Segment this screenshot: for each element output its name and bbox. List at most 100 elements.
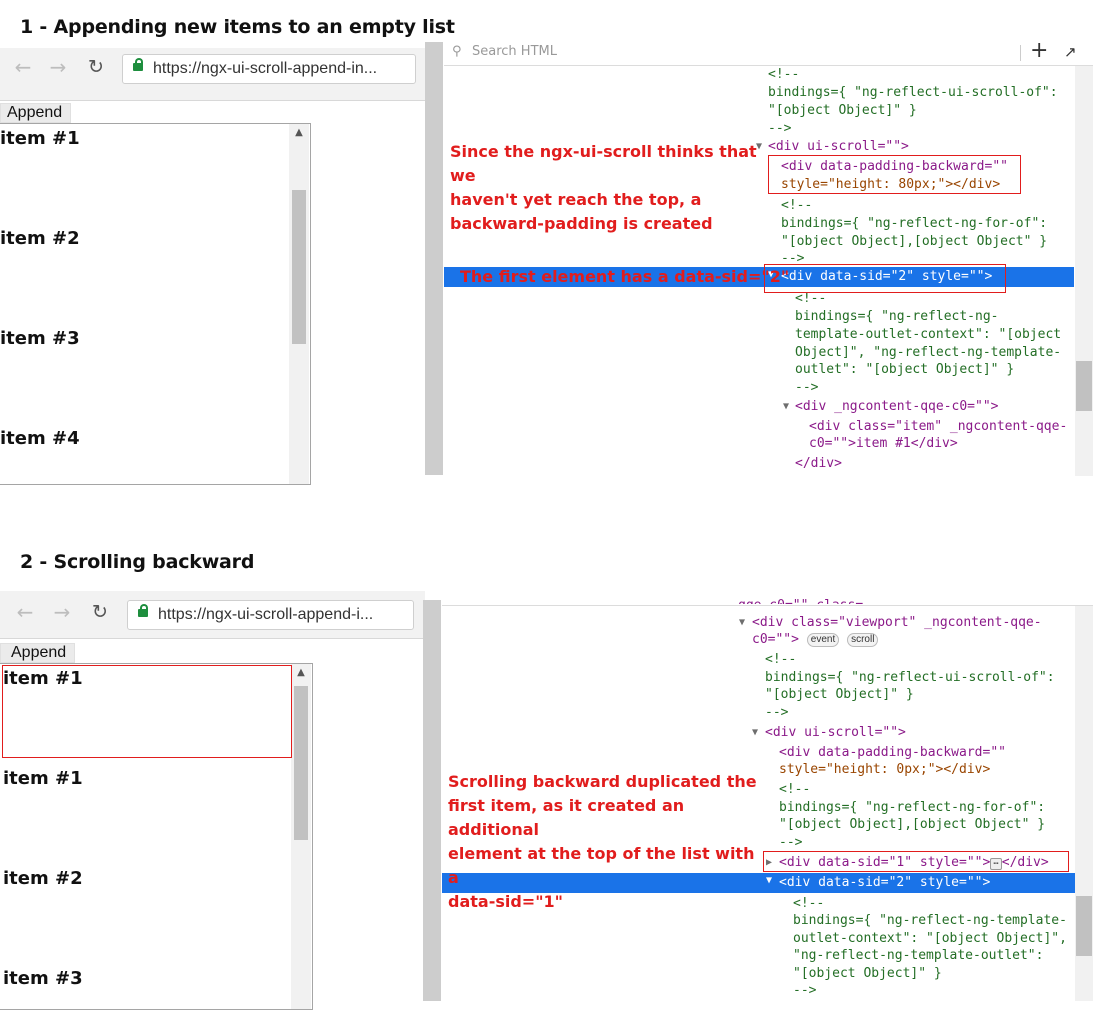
annotation-first-element: The first element has a data-sid="2" (460, 267, 790, 286)
lock-icon (138, 604, 148, 617)
code-line: --> (795, 380, 819, 395)
code-line: bindings={ "ng-reflect-ng-template- (793, 913, 1067, 928)
code-line[interactable]: <div ui-scroll=""> (765, 724, 906, 742)
code-line: --> (793, 983, 817, 998)
code-line: bindings={ "ng-reflect-ng- (795, 309, 999, 324)
reload-icon[interactable]: ↻ (89, 601, 111, 623)
code-line: outlet": "[object Object]" } (795, 362, 1015, 377)
annotation-padding-note: Since the ngx-ui-scroll thinks that we h… (450, 140, 765, 236)
annotation-line: first item, as it created an additional (448, 796, 685, 839)
annotation-line: Since the ngx-ui-scroll thinks that we (450, 142, 757, 185)
url-text: https://ngx-ui-scroll-append-i... (158, 606, 374, 623)
highlight-box-sid1 (763, 851, 1069, 872)
url-text: https://ngx-ui-scroll-append-in... (153, 60, 378, 77)
code-line: </div> (795, 456, 842, 471)
code-line-fragment: qqe-c0="" class= (738, 597, 863, 604)
address-bar[interactable]: https://ngx-ui-scroll-append-in... (122, 54, 416, 84)
forward-icon[interactable]: → (47, 56, 69, 78)
code-line: <!-- (781, 198, 813, 213)
reload-icon[interactable]: ↻ (85, 56, 107, 78)
list-item: item #1 (3, 768, 83, 789)
scroll-viewport[interactable]: item #1 item #2 item #3 item #4 ▲ (0, 123, 311, 485)
scroll-badge[interactable]: scroll (847, 632, 879, 647)
vertical-scrollbar[interactable]: ▲ (289, 124, 309, 484)
code-line[interactable]: <div data-padding-backward="" (779, 744, 1006, 762)
code-line: bindings={ "ng-reflect-ui-scroll-of": (765, 670, 1055, 685)
devtools-scrollbar[interactable] (1075, 66, 1093, 476)
back-icon[interactable]: ← (12, 56, 34, 78)
selected-node-text: <div data-sid="2" style=""> (779, 875, 991, 890)
code-line: --> (768, 121, 792, 136)
code-line[interactable]: <div class="viewport" _ngcontent-qqe- (752, 614, 1042, 632)
devtools-splitter[interactable] (425, 42, 443, 475)
annotation-line: Scrolling backward duplicated the (448, 772, 757, 791)
code-line[interactable]: <div class="item" _ngcontent-qqe- (809, 418, 1067, 436)
search-icon: ⚲ (452, 44, 462, 59)
scroll-thumb[interactable] (292, 190, 306, 344)
section-1-title: 1 - Appending new items to an empty list (20, 16, 455, 38)
code-line: <!-- (793, 896, 825, 911)
append-button[interactable]: Append (0, 103, 72, 123)
chevron-up-icon[interactable]: ▲ (291, 664, 311, 682)
annotation-line: backward-padding is created (450, 214, 713, 233)
list-item: item #2 (3, 868, 83, 889)
highlight-box-sid2 (764, 264, 1006, 293)
add-node-icon[interactable]: + (1030, 38, 1048, 63)
code-line[interactable]: c0=""> event scroll (752, 631, 879, 649)
code-line: "[object Object],[object Object" } (781, 234, 1048, 249)
search-html-input[interactable]: Search HTML (472, 44, 557, 59)
browser-toolbar: ← → ↻ https://ngx-ui-scroll-append-in... (0, 48, 425, 101)
list-item: item #3 (0, 328, 80, 349)
code-line: "[object Object]" } (768, 103, 917, 118)
expanded-icon[interactable]: ▼ (752, 724, 758, 742)
code-line: <!-- (779, 782, 811, 797)
code-line: "[object Object]" } (765, 687, 914, 702)
scroll-thumb[interactable] (294, 686, 308, 840)
list-item: item #4 (0, 428, 80, 449)
code-line: "[object Object],[object Object" } (779, 817, 1046, 832)
browser-toolbar: ← → ↻ https://ngx-ui-scroll-append-i... (0, 591, 425, 639)
forward-icon[interactable]: → (51, 601, 73, 623)
code-line: Object]", "ng-reflect-ng-template- (795, 345, 1062, 360)
code-line: bindings={ "ng-reflect-ng-for-of": (779, 800, 1046, 815)
event-badge[interactable]: event (806, 632, 840, 647)
code-line: "[object Object]" } (793, 966, 942, 981)
code-line: <!-- (768, 67, 800, 82)
code-line: bindings={ "ng-reflect-ng-for-of": (781, 216, 1048, 231)
pick-element-icon[interactable]: ↗ (1064, 43, 1077, 61)
list-item: item #1 (0, 128, 80, 149)
code-line: style="height: 0px;"></div> (779, 762, 991, 777)
devtools-scroll-thumb[interactable] (1076, 361, 1092, 411)
chevron-up-icon[interactable]: ▲ (289, 124, 309, 142)
code-line[interactable]: <div ui-scroll=""> (768, 138, 909, 156)
code-line: "ng-reflect-ng-template-outlet": (793, 948, 1044, 963)
code-line[interactable]: <div _ngcontent-qqe-c0=""> (795, 398, 999, 416)
expanded-icon[interactable]: ▼ (766, 875, 772, 886)
code-line: --> (779, 835, 803, 850)
address-bar[interactable]: https://ngx-ui-scroll-append-i... (127, 600, 414, 630)
list-item: item #3 (3, 968, 83, 989)
code-line: c0="">item #1</div> (809, 436, 958, 451)
devtools-scroll-thumb[interactable] (1076, 896, 1092, 956)
highlight-box-duplicate-item (2, 665, 292, 758)
vertical-scrollbar[interactable]: ▲ (291, 664, 311, 1009)
section-2-title: 2 - Scrolling backward (20, 551, 255, 573)
back-icon[interactable]: ← (14, 601, 36, 623)
annotation-line: data-sid="1" (448, 892, 564, 911)
code-line: --> (765, 705, 789, 720)
expanded-icon[interactable]: ▼ (739, 614, 745, 632)
code-line: bindings={ "ng-reflect-ui-scroll-of": (768, 85, 1058, 100)
code-line: <!-- (765, 652, 797, 667)
highlight-box-padding (768, 155, 1021, 194)
list-item: item #2 (0, 228, 80, 249)
lock-icon (133, 58, 143, 71)
expanded-icon[interactable]: ▼ (783, 398, 789, 416)
annotation-line: haven't yet reach the top, a (450, 190, 702, 209)
code-line: template-outlet-context": "[object (795, 327, 1062, 342)
devtools-splitter[interactable] (423, 600, 441, 1001)
code-line-text: c0=""> (752, 632, 799, 647)
annotation-line: element at the top of the list with a (448, 844, 755, 887)
append-button[interactable]: Append (0, 643, 76, 663)
devtools-scrollbar[interactable] (1075, 606, 1093, 1001)
annotation-duplicate-note: Scrolling backward duplicated the first … (448, 770, 766, 914)
